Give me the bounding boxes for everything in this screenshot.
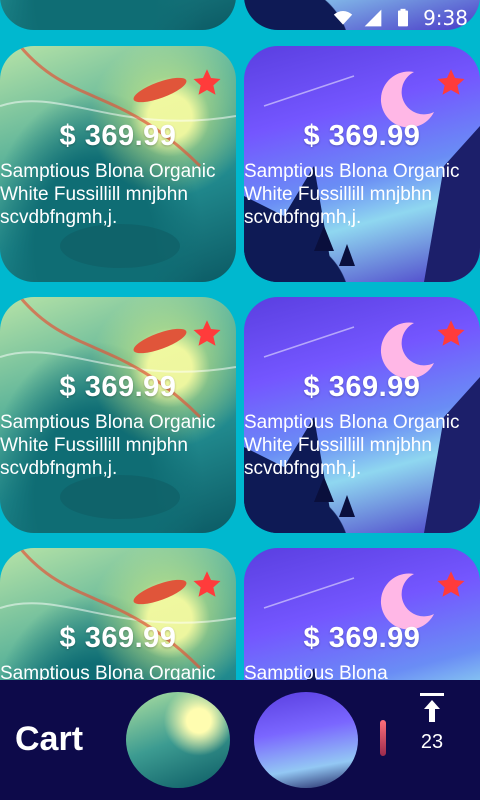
price-label: $ 369.99 (59, 622, 177, 654)
scroll-to-top-icon (420, 693, 444, 722)
scroll-to-top-button[interactable]: 23 (410, 692, 454, 754)
price-label: $ 369.99 (59, 120, 177, 152)
price-label: $ 369.99 (59, 371, 177, 403)
product-description: Samptious Blona Organic White Fussillill… (0, 412, 216, 479)
product-card[interactable]: $ 369.99 Samptious Blona Organic White F… (0, 548, 236, 690)
product-card[interactable]: $ 369.99 Samptious Blona Organic White F… (0, 297, 236, 533)
star-icon[interactable] (192, 319, 222, 349)
cart-item-thumbnail[interactable] (254, 692, 358, 788)
product-card[interactable]: $ 369.99 Samptious Blona (244, 548, 480, 690)
price-label: $ 369.99 (303, 622, 421, 654)
wifi-icon (333, 11, 353, 25)
star-icon[interactable] (192, 68, 222, 98)
cart-item-thumbnail[interactable] (380, 720, 386, 756)
star-icon[interactable] (436, 570, 466, 600)
product-description: Samptious Blona Organic White Fussillill… (0, 161, 216, 228)
product-description: Samptious Blona Organic White Fussillill… (244, 161, 460, 228)
product-description: Samptious Blona Organic White Fussillill… (244, 412, 460, 479)
product-grid: $ 369.99 Samptious Blona Organic White F… (0, 0, 480, 690)
cart-bar[interactable]: Cart 23 (0, 680, 480, 800)
price-label: $ 369.99 (303, 371, 421, 403)
cart-label: Cart (15, 720, 84, 758)
price-label: $ 369.99 (303, 120, 421, 152)
status-time: 9:38 (423, 6, 468, 30)
product-card[interactable]: $ 369.99 Samptious Blona Organic White F… (244, 297, 480, 533)
star-icon[interactable] (436, 68, 466, 98)
product-card[interactable]: $ 369.99 Samptious Blona Organic White F… (244, 46, 480, 282)
status-bar: 9:38 (0, 0, 480, 36)
star-icon[interactable] (192, 570, 222, 600)
star-icon[interactable] (436, 319, 466, 349)
cart-count: 23 (420, 731, 444, 753)
product-card[interactable]: $ 369.99 Samptious Blona Organic White F… (0, 46, 236, 282)
cart-item-thumbnail[interactable] (126, 692, 230, 788)
signal-icon (364, 9, 382, 27)
battery-icon (398, 8, 409, 27)
